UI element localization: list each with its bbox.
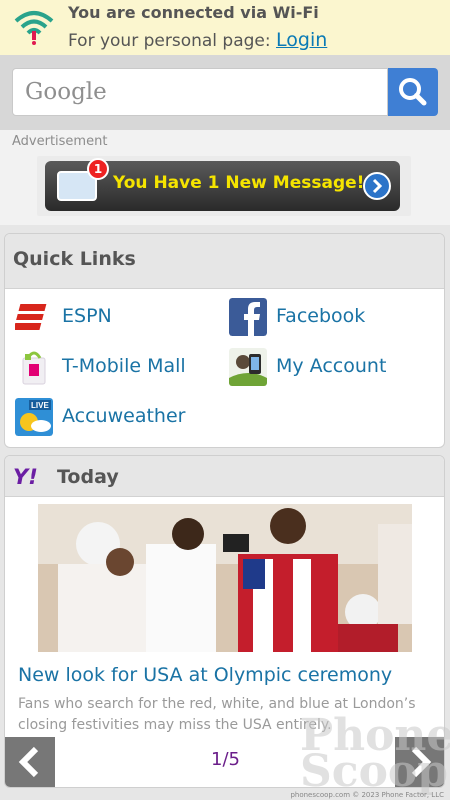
search-button[interactable]: [388, 68, 438, 116]
quick-link-label: T-Mobile Mall: [62, 355, 186, 377]
quick-links-header: Quick Links: [5, 234, 444, 289]
today-header: Y! Today: [5, 456, 444, 497]
ad-banner[interactable]: 1 You Have 1 New Message!: [37, 156, 411, 216]
svg-text:LIVE: LIVE: [31, 401, 49, 410]
wifi-icon: [14, 11, 54, 45]
personal-page-label: For your personal page:: [68, 31, 277, 51]
quick-links-card: Quick Links ESPN Facebook T-Mobile Mall: [4, 233, 445, 448]
today-title: Today: [57, 466, 119, 488]
quick-link-label: Accuweather: [62, 405, 186, 427]
account-icon: [229, 348, 267, 386]
chevron-left-icon: [18, 746, 39, 778]
shopping-bag-icon: [22, 351, 46, 385]
quick-links-title: Quick Links: [13, 248, 136, 270]
news-headline[interactable]: New look for USA at Olympic ceremony: [18, 664, 392, 686]
pager-indicator: 1/5: [211, 749, 240, 770]
quick-link-label: ESPN: [62, 305, 112, 327]
notification-badge: 1: [87, 158, 109, 180]
watermark-line-2: Scoop: [300, 746, 449, 797]
quick-link-label: My Account: [276, 355, 387, 377]
weather-icon: LIVE: [15, 398, 53, 436]
google-placeholder: Google: [25, 79, 107, 105]
personal-page-prompt: For your personal page: Login: [68, 29, 327, 51]
search-icon: [399, 78, 427, 106]
espn-icon: [15, 304, 47, 330]
news-photo[interactable]: [38, 504, 412, 652]
wifi-status-text: You are connected via Wi-Fi: [68, 3, 319, 22]
advertisement-area: Advertisement 1 You Have 1 New Message!: [0, 130, 450, 225]
chevron-right-icon[interactable]: [363, 172, 391, 200]
watermark-credit: phonescoop.com © 2023 Phone Factor, LLC: [290, 791, 444, 799]
wifi-notice-bar: You are connected via Wi-Fi For your per…: [0, 0, 450, 55]
yahoo-logo: Y!: [13, 465, 38, 489]
search-area: Google: [0, 55, 450, 130]
facebook-icon: [229, 298, 267, 336]
quick-link-label: Facebook: [276, 305, 366, 327]
watermark: Phone Scoop: [300, 714, 450, 797]
advertisement-label: Advertisement: [12, 134, 108, 149]
login-link[interactable]: Login: [276, 29, 327, 51]
previous-button[interactable]: [5, 737, 55, 787]
ad-message-text: You Have 1 New Message!: [113, 173, 365, 193]
ad-message-panel: 1 You Have 1 New Message!: [45, 158, 400, 211]
search-input[interactable]: Google: [12, 68, 388, 116]
